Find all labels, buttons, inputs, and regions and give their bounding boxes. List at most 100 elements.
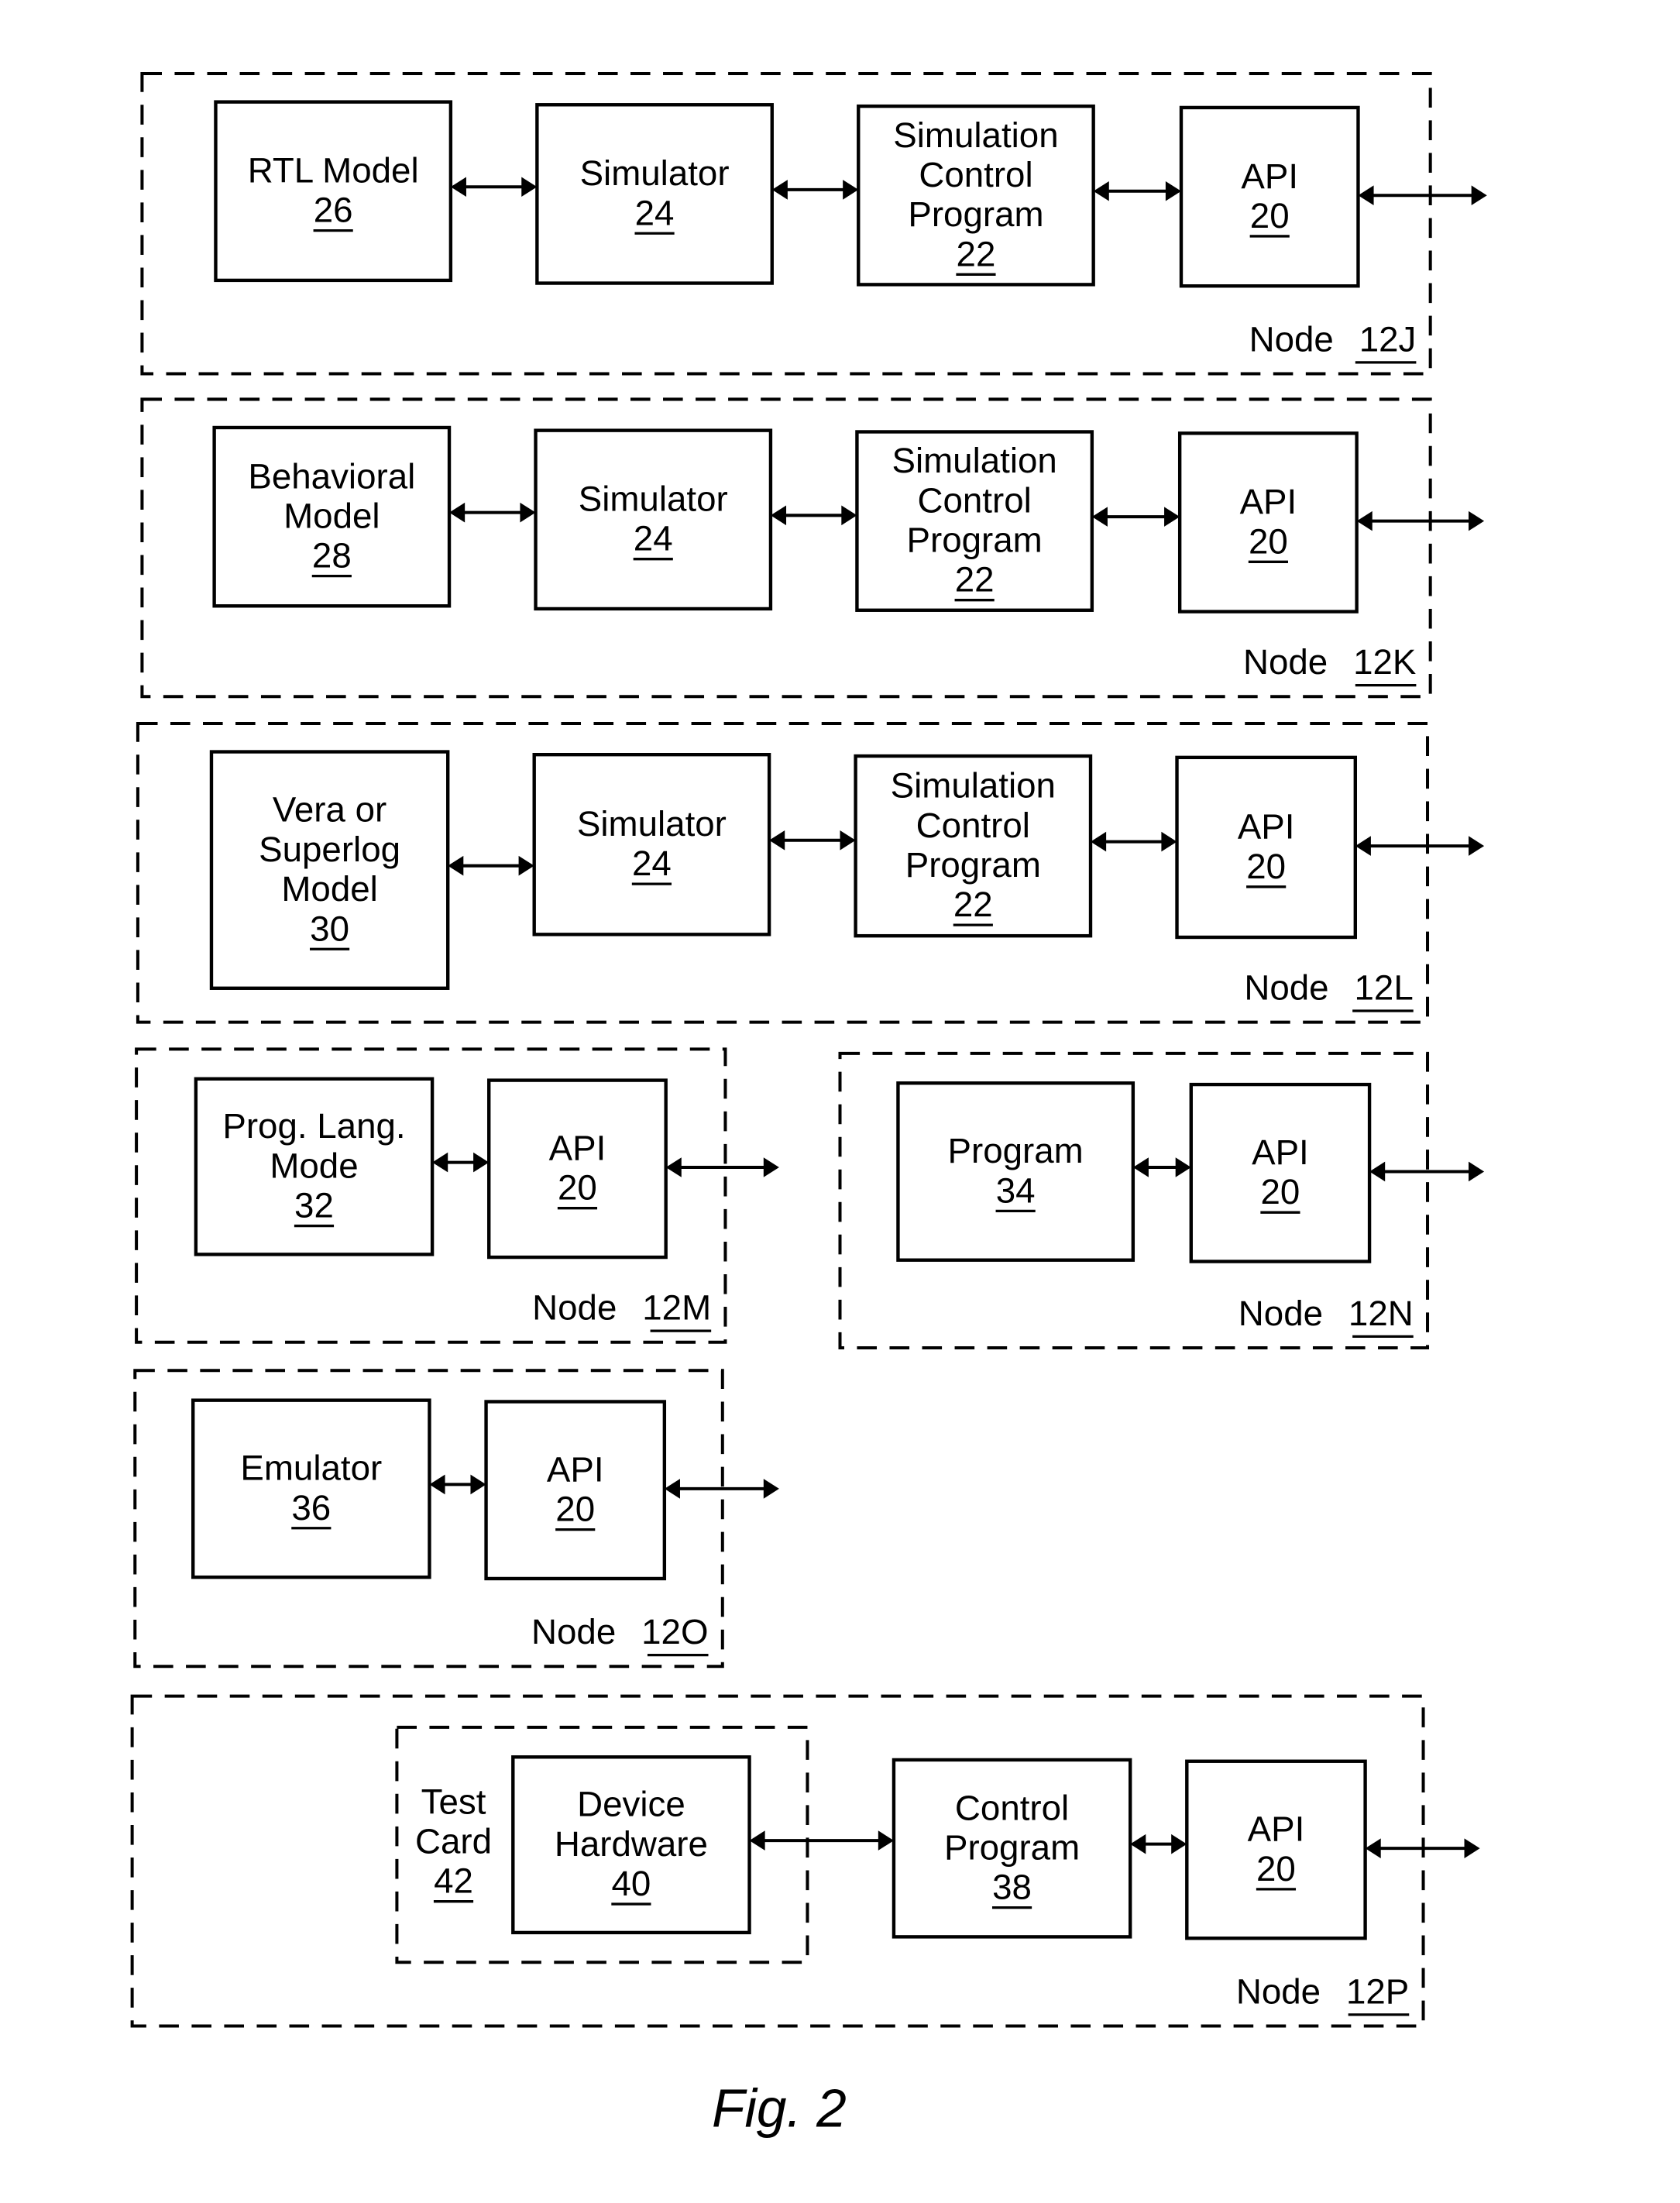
node-ref: 12L xyxy=(1355,967,1414,1007)
node-12j: RTL Model26 Simulator24 SimulationControlP… xyxy=(140,72,1487,376)
arrowhead-right-icon xyxy=(473,1152,490,1173)
block-label: Model xyxy=(283,496,380,535)
reference-numeral: 36 xyxy=(291,1488,331,1528)
node-ref: 12O xyxy=(641,1612,708,1651)
block-api: API20 xyxy=(1177,431,1359,613)
node-label: Node 12J xyxy=(1249,319,1417,359)
node-ref: 12K xyxy=(1353,642,1416,682)
block-simulator: Simulator24 xyxy=(535,103,774,285)
reference-numeral: 20 xyxy=(1249,521,1288,561)
figure-caption: Fig. 2 xyxy=(712,2078,847,2138)
reference-numeral: 22 xyxy=(957,234,996,273)
node-word: Node xyxy=(1244,967,1328,1007)
arrowhead-right-icon xyxy=(1464,1838,1480,1858)
block-label: Mode xyxy=(270,1146,358,1185)
arrowhead-right-icon xyxy=(1171,1834,1187,1854)
reference-numeral: 32 xyxy=(294,1186,334,1225)
block-label: API xyxy=(1241,156,1298,196)
reference-numeral: 20 xyxy=(1256,1849,1296,1889)
reference-numeral: 28 xyxy=(312,536,352,576)
block-label: Program xyxy=(944,1827,1080,1867)
block-label: API xyxy=(1240,482,1297,521)
arrowhead-right-icon xyxy=(841,505,857,526)
block-label: Hardware xyxy=(555,1824,708,1864)
arrowhead-left-icon xyxy=(769,830,785,851)
block-label: RTL Model xyxy=(248,150,419,190)
node-word: Node xyxy=(1239,1294,1323,1333)
block-label: Device xyxy=(577,1785,685,1824)
block-label: Simulation xyxy=(893,115,1058,155)
reference-numeral: 40 xyxy=(611,1864,651,1903)
arrowhead-left-icon xyxy=(448,855,464,876)
block-simulator: Simulator24 xyxy=(534,428,773,611)
arrowhead-left-icon xyxy=(432,1152,448,1173)
block-device-hardware: DeviceHardware40 xyxy=(511,1755,751,1935)
block-label: Simulation xyxy=(892,441,1056,480)
reference-numeral: 34 xyxy=(996,1170,1036,1210)
node-12n: Program34 API20 Node 12N xyxy=(838,1051,1485,1350)
block-label: Program xyxy=(948,1131,1084,1170)
node-label: Node 12O xyxy=(531,1612,708,1651)
block-vera-or-superlog-model: Vera orSuperlogModel30 xyxy=(209,750,450,990)
arrowhead-left-icon xyxy=(450,177,466,198)
reference-numeral: 20 xyxy=(555,1490,595,1529)
node-label: Node 12K xyxy=(1243,642,1416,682)
arrowhead-left-icon xyxy=(1091,507,1108,527)
arrowhead-left-icon xyxy=(1091,831,1107,852)
reference-numeral: 22 xyxy=(953,885,993,924)
block-label: Simulator xyxy=(580,153,730,193)
arrowhead-right-icon xyxy=(1175,1157,1191,1177)
arrowhead-right-icon xyxy=(518,855,534,876)
block-api: API20 xyxy=(487,1078,668,1260)
reference-numeral: 24 xyxy=(634,519,673,558)
reference-numeral: 20 xyxy=(1250,196,1290,235)
test-card-label: Card xyxy=(415,1822,492,1861)
arrowhead-right-icon xyxy=(878,1830,894,1851)
node-12k: BehavioralModel28 Simulator24 SimulationCo… xyxy=(140,397,1485,699)
block-label: API xyxy=(1252,1132,1309,1172)
reference-numeral: 20 xyxy=(1246,847,1286,886)
reference-numeral: 24 xyxy=(635,193,675,232)
arrowhead-left-icon xyxy=(1365,1838,1381,1858)
block-label: Simulation xyxy=(891,766,1056,806)
node-12l: Vera orSuperlogModel30 Simulator24 Simulat… xyxy=(136,721,1485,1024)
block-label: API xyxy=(547,1449,604,1489)
block-label: Prog. Lang. xyxy=(222,1106,405,1146)
block-label: Program xyxy=(907,521,1043,560)
arrowhead-left-icon xyxy=(1093,180,1109,201)
node-ref: 12P xyxy=(1346,1971,1409,2011)
node-word: Node xyxy=(1249,319,1334,359)
reference-numeral: 26 xyxy=(314,191,353,230)
node-label: Node 12L xyxy=(1244,967,1413,1007)
node-word: Node xyxy=(531,1612,616,1651)
arrowhead-right-icon xyxy=(763,1479,779,1499)
arrowhead-right-icon xyxy=(1469,510,1485,531)
node-label: Node 12M xyxy=(532,1287,711,1327)
arrowhead-right-icon xyxy=(763,1157,779,1177)
reference-numeral: 20 xyxy=(1261,1172,1300,1211)
block-prog-lang-mode: Prog. Lang.Mode32 xyxy=(194,1077,435,1256)
block-api: API20 xyxy=(1175,755,1357,940)
block-api: API20 xyxy=(1179,105,1360,288)
block-label: Simulator xyxy=(579,479,728,519)
block-label: Control xyxy=(955,1788,1069,1827)
arrowhead-right-icon xyxy=(470,1474,486,1495)
reference-numeral: 22 xyxy=(955,560,995,600)
block-label: Program xyxy=(908,194,1043,234)
reference-numeral: 30 xyxy=(310,909,349,948)
block-label: Emulator xyxy=(240,1449,382,1488)
arrowhead-left-icon xyxy=(1355,836,1371,856)
arrowhead-left-icon xyxy=(429,1474,445,1495)
node-word: Node xyxy=(532,1287,617,1327)
arrowhead-right-icon xyxy=(1161,831,1177,852)
block-label: Vera or xyxy=(273,790,387,830)
node-ref: 12M xyxy=(642,1287,711,1327)
node-12o: Emulator36 API20 Node 12O xyxy=(133,1369,779,1669)
block-simulator: Simulator24 xyxy=(532,753,771,937)
arrowhead-left-icon xyxy=(1356,510,1373,531)
node-12p: TestCard42 DeviceHardware40 ControlProgram… xyxy=(130,1694,1480,2028)
arrowhead-left-icon xyxy=(771,180,788,200)
block-program: Program34 xyxy=(896,1081,1135,1262)
reference-numeral: 42 xyxy=(434,1861,473,1901)
arrowhead-right-icon xyxy=(843,180,859,200)
